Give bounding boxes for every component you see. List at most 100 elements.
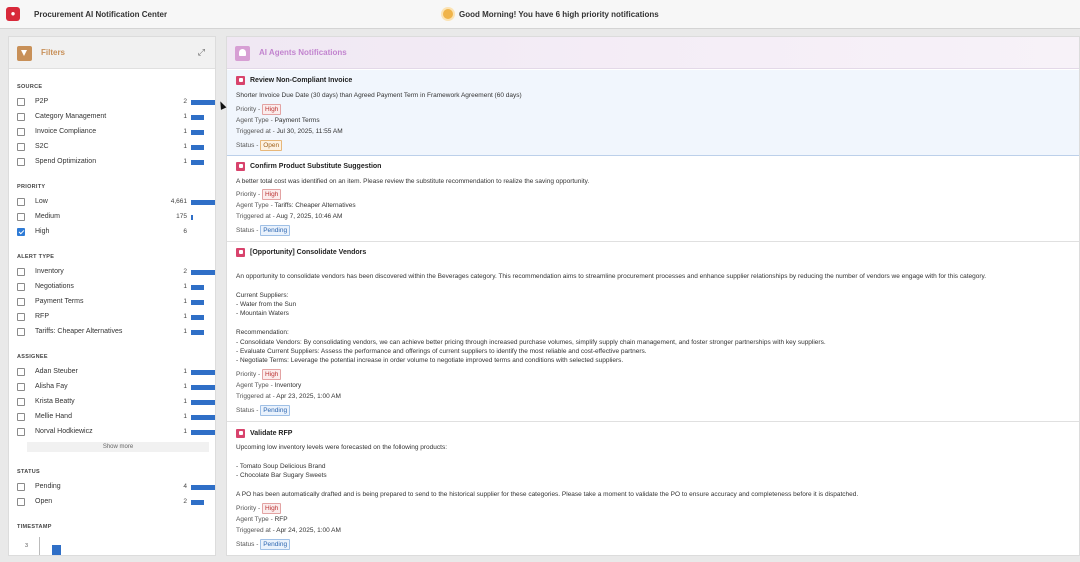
- notification-title[interactable]: [Opportunity] Consolidate Vendors: [250, 249, 366, 256]
- status-label: Status -: [236, 407, 259, 414]
- checkbox[interactable]: [17, 428, 25, 436]
- filter-count: 6: [183, 228, 187, 235]
- priority-label: Priority -: [236, 191, 261, 198]
- notification-title[interactable]: Confirm Product Substitute Suggestion: [250, 163, 381, 170]
- status-label: Status -: [236, 142, 259, 149]
- filter-source-spend-optimization[interactable]: Spend Optimization 1: [17, 157, 209, 169]
- checkbox[interactable]: [17, 413, 25, 421]
- checkbox[interactable]: [17, 383, 25, 391]
- checkbox[interactable]: [17, 498, 25, 506]
- show-more-button[interactable]: Show more: [27, 442, 209, 452]
- filter-bar: [191, 500, 204, 505]
- checkbox[interactable]: [17, 143, 25, 151]
- filters-header: Filters ⤢: [9, 37, 215, 69]
- filter-count: 2: [183, 98, 187, 105]
- priority-badge: High: [262, 189, 282, 200]
- filter-bar: [191, 300, 204, 305]
- filter-priority-medium[interactable]: Medium 175: [17, 212, 209, 224]
- notification-status: Status - Pending: [236, 225, 291, 236]
- filter-source-invoice-compliance[interactable]: Invoice Compliance 1: [17, 127, 209, 139]
- checkbox[interactable]: [17, 298, 25, 306]
- timestamp-histogram[interactable]: 3: [17, 537, 209, 555]
- checkbox[interactable]: [17, 268, 25, 276]
- filter-bar: [191, 285, 204, 290]
- filter-status-pending[interactable]: Pending 4: [17, 482, 215, 494]
- timestamp-bar[interactable]: [52, 545, 61, 555]
- filter-bar: [191, 385, 215, 390]
- notification-card-validate-rfp[interactable]: Validate RFP Upcoming low inventory leve…: [227, 422, 1079, 555]
- notification-card-confirm-substitute[interactable]: Confirm Product Substitute Suggestion A …: [227, 156, 1079, 242]
- notification-priority: Priority - High: [236, 503, 282, 514]
- filter-assignee-norval-hodkiewicz[interactable]: Norval Hodkiewicz 1: [17, 427, 215, 439]
- filter-bar: [191, 485, 215, 490]
- filter-count: 2: [183, 268, 187, 275]
- app-logo-icon[interactable]: ●: [6, 7, 20, 21]
- filter-alert-tariffs[interactable]: Tariffs: Cheaper Alternatives 1: [17, 327, 209, 339]
- notification-title[interactable]: Validate RFP: [250, 430, 292, 437]
- notification-card-review-invoice[interactable]: Review Non-Compliant Invoice Shorter Inv…: [227, 70, 1079, 156]
- section-title-priority: PRIORITY: [17, 184, 46, 190]
- priority-label: Priority -: [236, 106, 261, 113]
- filter-alert-negotiations[interactable]: Negotiations 1: [17, 282, 209, 294]
- checkbox[interactable]: [17, 198, 25, 206]
- filter-label: Adan Steuber: [35, 368, 78, 375]
- filter-count: 1: [183, 143, 187, 150]
- checkbox[interactable]: [17, 398, 25, 406]
- filter-bar: [191, 400, 215, 405]
- filter-icon: [17, 46, 32, 61]
- checkbox[interactable]: [17, 213, 25, 221]
- filter-bar: [191, 270, 215, 275]
- top-bar: ● Procurement AI Notification Center Goo…: [0, 0, 1080, 29]
- filter-assignee-mellie-hand[interactable]: Mellie Hand 1: [17, 412, 215, 424]
- filter-label: High: [35, 228, 50, 235]
- filter-alert-payment-terms[interactable]: Payment Terms 1: [17, 297, 209, 309]
- filter-source-p2p[interactable]: P2P 2: [17, 97, 215, 109]
- filter-alert-rfp[interactable]: RFP 1: [17, 312, 209, 324]
- filter-label: Pending: [35, 483, 61, 490]
- filter-alert-inventory[interactable]: Inventory 2: [17, 267, 215, 279]
- filter-source-category-management[interactable]: Category Management 1: [17, 112, 209, 124]
- filter-count: 1: [183, 368, 187, 375]
- timestamp-axis-label: 3: [25, 543, 29, 549]
- filter-status-open[interactable]: Open 2: [17, 497, 209, 509]
- checkbox[interactable]: [17, 328, 25, 336]
- priority-badge: High: [262, 369, 282, 380]
- notification-card-consolidate-vendors[interactable]: [Opportunity] Consolidate Vendors An opp…: [227, 242, 1079, 422]
- checkbox[interactable]: [17, 368, 25, 376]
- notification-body: - Consolidate Vendors: By consolidating …: [236, 339, 826, 346]
- checkbox[interactable]: [17, 158, 25, 166]
- greeting-banner: Good Morning! You have 6 high priority n…: [443, 9, 659, 19]
- checkbox[interactable]: [17, 128, 25, 136]
- filter-label: Invoice Compliance: [35, 128, 97, 135]
- agent-type-value: Payment Terms: [274, 117, 320, 124]
- priority-badge: High: [262, 503, 282, 514]
- checkbox[interactable]: [17, 483, 25, 491]
- notification-priority: Priority - High: [236, 369, 282, 380]
- filter-count: 2: [183, 498, 187, 505]
- filter-assignee-adan-steuber[interactable]: Adan Steuber 1: [17, 367, 215, 379]
- filter-source-s2c[interactable]: S2C 1: [17, 142, 209, 154]
- notification-title[interactable]: Review Non-Compliant Invoice: [250, 77, 352, 84]
- checkbox[interactable]: [17, 313, 25, 321]
- collapse-icon[interactable]: ⤢: [198, 47, 205, 58]
- filter-priority-low[interactable]: Low 4,661: [17, 197, 215, 209]
- filter-count: 1: [183, 128, 187, 135]
- checkbox[interactable]: [17, 113, 25, 121]
- notification-body: - Chocolate Bar Sugary Sweets: [236, 472, 327, 479]
- filter-assignee-krista-beatty[interactable]: Krista Beatty 1: [17, 397, 215, 409]
- filter-label: Negotiations: [35, 283, 74, 290]
- status-badge: Pending: [260, 405, 291, 416]
- filter-label: S2C: [35, 143, 49, 150]
- triggered-at-label: Triggered at -: [236, 527, 275, 534]
- filter-assignee-alisha-fay[interactable]: Alisha Fay 1: [17, 382, 215, 394]
- triggered-at-label: Triggered at -: [236, 393, 275, 400]
- filter-priority-high[interactable]: High 6: [17, 227, 209, 239]
- checkbox[interactable]: [17, 283, 25, 291]
- checkbox-checked[interactable]: [17, 228, 25, 236]
- notification-triggered-at: Triggered at - Aug 7, 2025, 10:46 AM: [236, 213, 342, 220]
- notification-triggered-at: Triggered at - Apr 23, 2025, 1:00 AM: [236, 393, 341, 400]
- filter-label: Tariffs: Cheaper Alternatives: [35, 328, 123, 335]
- notification-body: - Evaluate Current Suppliers: Assess the…: [236, 348, 647, 355]
- sun-icon: [443, 9, 453, 19]
- checkbox[interactable]: [17, 98, 25, 106]
